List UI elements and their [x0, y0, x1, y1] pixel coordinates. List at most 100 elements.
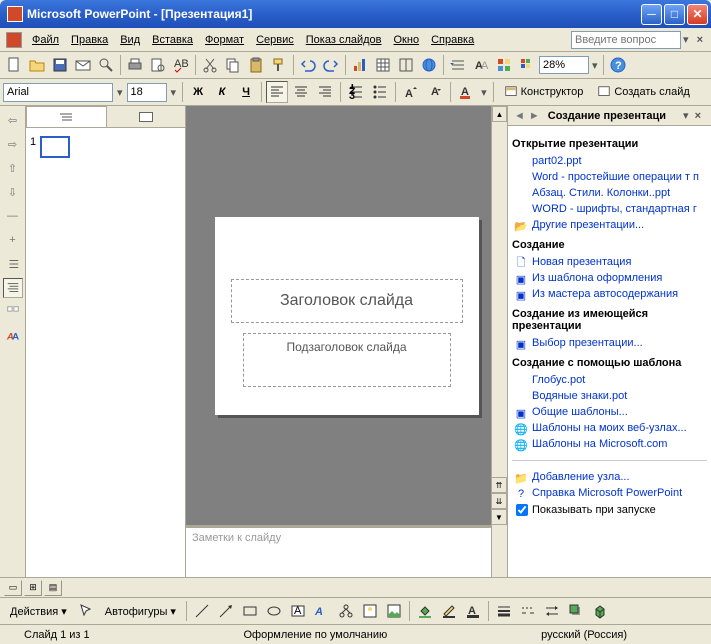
insert-hyperlink-button[interactable]: [418, 54, 440, 76]
new-button[interactable]: [3, 54, 25, 76]
print-button[interactable]: [124, 54, 146, 76]
link-recent4[interactable]: WORD - шрифты, стандартная г: [512, 201, 707, 217]
link-from-autocontent[interactable]: ▣Из мастера автосодержания: [512, 286, 707, 302]
startup-checkbox-input[interactable]: [516, 504, 528, 516]
link-choose-presentation[interactable]: ▣Выбор презентации...: [512, 335, 707, 351]
bullets-button[interactable]: [369, 81, 391, 103]
menu-window[interactable]: Окно: [388, 32, 426, 48]
font-dropdown-icon[interactable]: ▾: [115, 86, 125, 99]
select-objects-button[interactable]: [75, 600, 97, 622]
scroll-down-icon[interactable]: ▼: [491, 509, 507, 525]
taskpane-fwd-icon[interactable]: ►: [527, 110, 542, 122]
open-button[interactable]: [26, 54, 48, 76]
menu-tools[interactable]: Сервис: [250, 32, 300, 48]
oval-tool-button[interactable]: [263, 600, 285, 622]
show-grid-button[interactable]: [493, 54, 515, 76]
autoshapes-menu[interactable]: Автофигуры ▾: [99, 603, 182, 620]
move-down-button[interactable]: ⇩: [3, 182, 23, 202]
expand-button[interactable]: +: [3, 230, 23, 250]
line-style-button[interactable]: [493, 600, 515, 622]
demote-button[interactable]: ⇨: [3, 134, 23, 154]
3d-style-button[interactable]: [589, 600, 611, 622]
zoom-dropdown-icon[interactable]: ▾: [590, 59, 600, 72]
maximize-button[interactable]: □: [664, 4, 685, 25]
save-button[interactable]: [49, 54, 71, 76]
collapse-button[interactable]: —: [3, 206, 23, 226]
color-button[interactable]: [516, 54, 538, 76]
link-more-presentations[interactable]: 📂Другие презентации...: [512, 217, 707, 233]
zoom-input[interactable]: [539, 56, 589, 74]
cut-button[interactable]: [199, 54, 221, 76]
textbox-tool-button[interactable]: A: [287, 600, 309, 622]
link-template-globus[interactable]: Глобус.pot: [512, 372, 707, 388]
slide-subtitle-placeholder[interactable]: Подзаголовок слайда: [243, 333, 451, 387]
menu-slideshow[interactable]: Показ слайдов: [300, 32, 388, 48]
paste-button[interactable]: [245, 54, 267, 76]
email-button[interactable]: [72, 54, 94, 76]
format-painter-button[interactable]: [268, 54, 290, 76]
print-preview-button[interactable]: [147, 54, 169, 76]
taskpane-close-button[interactable]: ×: [689, 110, 707, 122]
search-button[interactable]: [95, 54, 117, 76]
help-search-input[interactable]: [571, 31, 681, 49]
notes-pane[interactable]: Заметки к слайду: [186, 525, 507, 577]
link-from-design-template[interactable]: ▣Из шаблона оформления: [512, 270, 707, 286]
move-up-button[interactable]: ⇧: [3, 158, 23, 178]
font-color-draw-button[interactable]: A: [462, 600, 484, 622]
insert-clipart-button[interactable]: [359, 600, 381, 622]
menu-insert[interactable]: Вставка: [146, 32, 199, 48]
menu-file[interactable]: Файл: [26, 32, 65, 48]
link-template-watermarks[interactable]: Водяные знаки.pot: [512, 388, 707, 404]
decrease-font-button[interactable]: A: [424, 81, 446, 103]
link-web-templates[interactable]: 🌐Шаблоны на моих веб-узлах...: [512, 420, 707, 436]
link-powerpoint-help[interactable]: ?Справка Microsoft PowerPoint: [512, 485, 707, 501]
scroll-up-icon[interactable]: ▲: [492, 106, 507, 122]
undo-button[interactable]: [297, 54, 319, 76]
align-left-button[interactable]: [266, 81, 288, 103]
numbering-button[interactable]: 123: [345, 81, 367, 103]
summary-slide-button[interactable]: [3, 302, 23, 322]
insert-diagram-button[interactable]: [335, 600, 357, 622]
menu-help[interactable]: Справка: [425, 32, 480, 48]
menu-edit[interactable]: Правка: [65, 32, 114, 48]
slide-design-button[interactable]: Конструктор: [498, 83, 590, 101]
shadow-style-button[interactable]: [565, 600, 587, 622]
collapse-all-button[interactable]: [3, 254, 23, 274]
doc-close-button[interactable]: ×: [691, 34, 709, 46]
link-recent2[interactable]: Word - простейшие операции т п: [512, 169, 707, 185]
menu-format[interactable]: Формат: [199, 32, 250, 48]
link-recent1[interactable]: part02.ppt: [512, 153, 707, 169]
show-formatting-side-button[interactable]: AA: [3, 326, 23, 346]
help-button[interactable]: ?: [607, 54, 629, 76]
fill-color-button[interactable]: [414, 600, 436, 622]
show-formatting-button[interactable]: AA: [470, 54, 492, 76]
slide-thumbnail-1[interactable]: 1: [30, 136, 181, 158]
spelling-button[interactable]: ABC: [170, 54, 192, 76]
taskpane-back-icon[interactable]: ◄: [512, 110, 527, 122]
slideshow-view-button[interactable]: ▤: [44, 580, 62, 596]
thumbnail-list[interactable]: 1: [26, 128, 185, 577]
size-dropdown-icon[interactable]: ▾: [169, 86, 179, 99]
arrow-style-button[interactable]: [541, 600, 563, 622]
italic-button[interactable]: К: [211, 81, 233, 103]
bold-button[interactable]: Ж: [187, 81, 209, 103]
underline-button[interactable]: Ч: [235, 81, 257, 103]
draw-actions-menu[interactable]: Действия ▾: [4, 603, 73, 620]
help-dropdown-icon[interactable]: ▾: [681, 33, 691, 46]
font-color-dropdown-icon[interactable]: ▾: [479, 86, 489, 99]
align-center-button[interactable]: [290, 81, 312, 103]
outline-tab[interactable]: [26, 106, 107, 127]
link-recent3[interactable]: Абзац. Стили. Колонки..ppt: [512, 185, 707, 201]
link-ms-templates[interactable]: 🌐Шаблоны на Microsoft.com: [512, 436, 707, 452]
slide-sorter-button[interactable]: ⊞: [24, 580, 42, 596]
show-at-startup-checkbox[interactable]: Показывать при запуске: [512, 501, 707, 519]
slide-title-placeholder[interactable]: Заголовок слайда: [231, 279, 463, 323]
link-add-network-place[interactable]: 📁Добавление узла...: [512, 469, 707, 485]
insert-picture-button[interactable]: [383, 600, 405, 622]
rectangle-tool-button[interactable]: [239, 600, 261, 622]
line-tool-button[interactable]: [191, 600, 213, 622]
tables-borders-button[interactable]: [395, 54, 417, 76]
minimize-button[interactable]: ─: [641, 4, 662, 25]
promote-button[interactable]: ⇦: [3, 110, 23, 130]
prev-slide-button[interactable]: ⇈: [491, 477, 507, 493]
